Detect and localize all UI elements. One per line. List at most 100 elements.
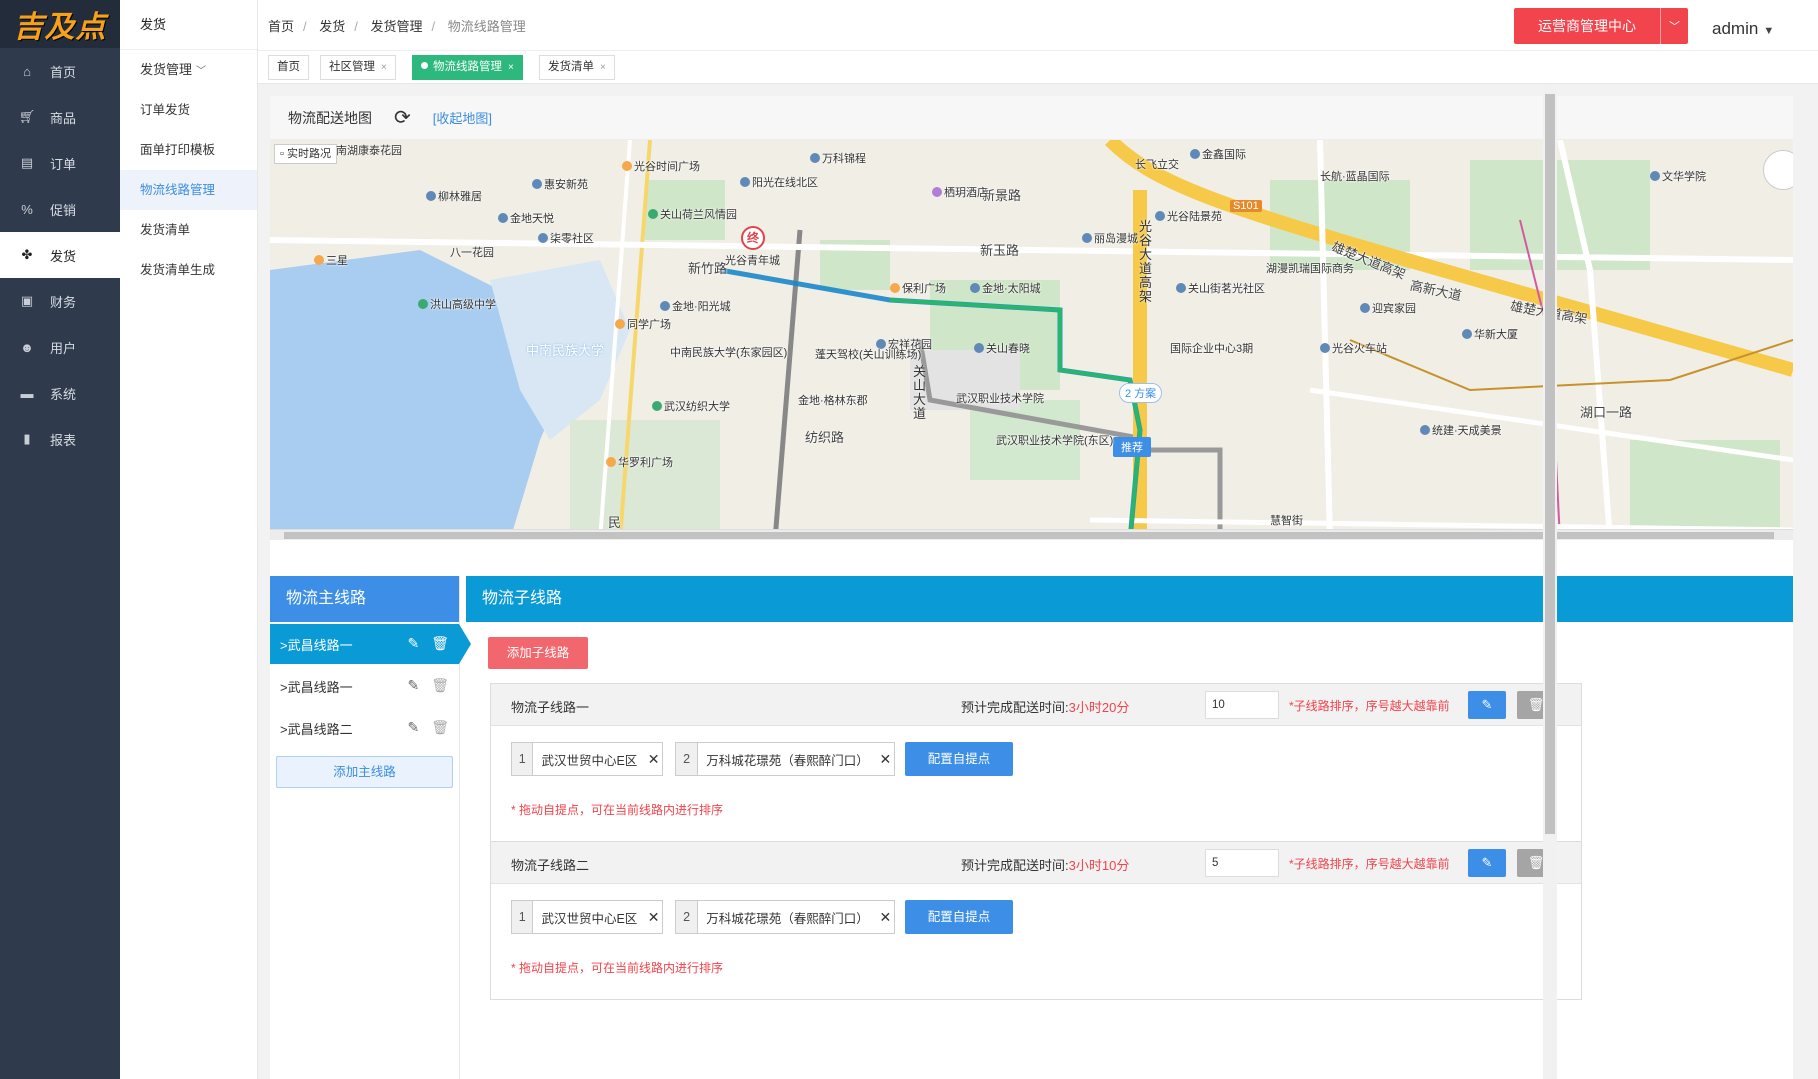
trash-icon[interactable]: 🗑︎ bbox=[431, 677, 449, 694]
scroll-thumb[interactable] bbox=[1545, 94, 1555, 834]
main-route-item[interactable]: >武昌线路一 ✎ 🗑︎ bbox=[270, 666, 459, 706]
poi-label: 迎宾家园 bbox=[1372, 303, 1416, 315]
sort-order-input[interactable]: 5 bbox=[1205, 849, 1279, 877]
poi-pin-icon bbox=[622, 161, 632, 171]
tab-logistics-routes[interactable]: 物流线路管理 × bbox=[412, 55, 523, 80]
trash-icon[interactable]: 🗑︎ bbox=[431, 635, 449, 652]
remove-icon[interactable]: ✕ bbox=[645, 751, 662, 768]
page-tabs: 首页 社区管理 × 物流线路管理 × 发货清单 × bbox=[258, 50, 1818, 84]
traffic-toggle[interactable]: ▫ 实时路况 bbox=[274, 144, 337, 164]
map-horizontal-scrollbar[interactable] bbox=[270, 529, 1793, 540]
map-poi: 八一花园 bbox=[450, 247, 494, 259]
sidebar-item-users[interactable]: ☻ 用户 bbox=[0, 324, 120, 370]
map-poi: 武汉职业技术学院(东区) bbox=[996, 435, 1114, 447]
sidebar-item-orders[interactable]: ▤ 订单 bbox=[0, 140, 120, 186]
poi-pin-icon bbox=[648, 209, 658, 219]
map-poi: 国际企业中心3期 bbox=[1170, 343, 1254, 355]
subnav-item-delivery-list-generate[interactable]: 发货清单生成 bbox=[120, 250, 257, 290]
map-poi: 洪山高级中学 bbox=[418, 296, 496, 312]
poi-label: 金地天悦 bbox=[510, 213, 554, 225]
recommend-badge[interactable]: 推荐 bbox=[1113, 437, 1151, 457]
user-menu[interactable]: admin ▼ bbox=[1712, 19, 1774, 39]
edit-icon[interactable]: ✎ bbox=[407, 719, 419, 736]
sidebar-item-promotions[interactable]: % 促销 bbox=[0, 186, 120, 232]
traffic-label: 实时路况 bbox=[286, 148, 331, 160]
end-marker-icon[interactable]: 终 bbox=[741, 226, 765, 250]
close-icon[interactable]: × bbox=[508, 62, 514, 73]
page-vertical-scrollbar[interactable] bbox=[1543, 84, 1557, 1079]
tab-community-management[interactable]: 社区管理 × bbox=[320, 55, 396, 80]
tab-label: 发货清单 bbox=[548, 61, 594, 73]
subnav-group-delivery-management[interactable]: 发货管理 ﹀ bbox=[120, 50, 257, 90]
pickup-point-tag[interactable]: 2 万科城花璟苑（春熙醉门口） ✕ bbox=[675, 742, 895, 776]
road-label: 关山大道 bbox=[913, 364, 927, 421]
pickup-point-name: 万科城花璟苑（春熙醉门口） bbox=[706, 753, 869, 768]
map-poi: 柳林雅居 bbox=[426, 188, 482, 204]
poi-pin-icon bbox=[1082, 233, 1092, 243]
pickup-point-tag[interactable]: 1 武汉世贸中心E区 ✕ bbox=[511, 900, 663, 934]
cart-icon: 🛒︎ bbox=[18, 109, 36, 124]
logo: 吉及点 bbox=[0, 0, 120, 48]
edit-sub-route-button[interactable]: ✎ bbox=[1468, 691, 1506, 719]
configure-pickup-button[interactable]: 配置自提点 bbox=[905, 742, 1013, 776]
map-poi: 武汉纺织大学 bbox=[652, 398, 730, 414]
remove-icon[interactable]: ✕ bbox=[645, 909, 662, 926]
map-canvas bbox=[270, 140, 1793, 540]
subnav-item-waybill-template[interactable]: 面单打印模板 bbox=[120, 130, 257, 170]
tab-home[interactable]: 首页 bbox=[268, 55, 309, 80]
poi-pin-icon bbox=[1462, 329, 1472, 339]
add-main-route-button[interactable]: 添加主线路 bbox=[276, 756, 453, 788]
subnav-item-logistics-routes[interactable]: 物流线路管理 bbox=[120, 170, 257, 210]
poi-label: 光谷时间广场 bbox=[634, 161, 700, 173]
configure-pickup-button[interactable]: 配置自提点 bbox=[905, 900, 1013, 934]
delivery-map[interactable]: ▫ 实时路况 终 2 方案 推荐 新竹路 新玉路 新景路 纺织路 雄楚大道高架 … bbox=[270, 140, 1793, 540]
poi-label: 万科锦程 bbox=[822, 153, 866, 165]
poi-label: 保利广场 bbox=[902, 283, 946, 295]
map-poi: 金地天悦 bbox=[498, 210, 554, 226]
edit-icon: ✎ bbox=[1481, 697, 1493, 712]
breadcrumb-delivery[interactable]: 发货 bbox=[319, 19, 345, 34]
sidebar-item-home[interactable]: ⌂ 首页 bbox=[0, 48, 120, 94]
subnav-item-order-delivery[interactable]: 订单发货 bbox=[120, 90, 257, 130]
breadcrumb-home[interactable]: 首页 bbox=[268, 19, 294, 34]
poi-pin-icon bbox=[890, 283, 900, 293]
refresh-icon[interactable]: ⟳ bbox=[394, 105, 411, 130]
remove-icon[interactable]: ✕ bbox=[877, 909, 894, 926]
edit-icon[interactable]: ✎ bbox=[407, 635, 419, 652]
collapse-map-link[interactable]: [收起地图] bbox=[433, 108, 492, 127]
sidebar-item-reports[interactable]: ▮ 报表 bbox=[0, 416, 120, 462]
trash-icon[interactable]: 🗑︎ bbox=[431, 719, 449, 736]
chevron-down-icon[interactable]: ﹀ bbox=[1660, 8, 1688, 44]
sidebar-item-products[interactable]: 🛒︎ 商品 bbox=[0, 94, 120, 140]
edit-sub-route-button[interactable]: ✎ bbox=[1468, 849, 1506, 877]
main-route-item[interactable]: >武昌线路一 ✎ 🗑︎ bbox=[270, 624, 471, 664]
sidebar-item-system[interactable]: ▬ 系统 bbox=[0, 370, 120, 416]
close-icon[interactable]: × bbox=[381, 62, 387, 73]
tab-delivery-list[interactable]: 发货清单 × bbox=[539, 55, 615, 80]
sidebar-item-finance[interactable]: ▣ 财务 bbox=[0, 278, 120, 324]
sort-order-input[interactable]: 10 bbox=[1205, 691, 1279, 719]
sidebar-item-delivery[interactable]: ✤ 发货 bbox=[0, 232, 120, 278]
edit-icon: ✎ bbox=[1481, 855, 1493, 870]
remove-icon[interactable]: ✕ bbox=[877, 751, 894, 768]
poi-label: 柒零社区 bbox=[550, 233, 594, 245]
delivery-icon: ✤ bbox=[21, 247, 33, 262]
route-plan-badge[interactable]: 2 方案 bbox=[1119, 383, 1163, 403]
highway-badge: S101 bbox=[1230, 200, 1262, 212]
map-poi: 光谷陆景苑 bbox=[1155, 208, 1222, 224]
pickup-point-tag[interactable]: 1 武汉世贸中心E区 ✕ bbox=[511, 742, 663, 776]
edit-icon[interactable]: ✎ bbox=[407, 677, 419, 694]
poi-pin-icon bbox=[615, 319, 625, 329]
add-sub-route-button[interactable]: 添加子线路 bbox=[488, 637, 588, 669]
subnav-item-delivery-list[interactable]: 发货清单 bbox=[120, 210, 257, 250]
close-icon[interactable]: × bbox=[600, 62, 606, 73]
pickup-point-tag[interactable]: 2 万科城花璟苑（春熙醉门口） ✕ bbox=[675, 900, 895, 934]
operator-center-button[interactable]: 运营商管理中心 ﹀ bbox=[1514, 8, 1688, 44]
map-poi: 迎宾家园 bbox=[1360, 300, 1416, 316]
map-poi: 慧智街 bbox=[1270, 515, 1303, 527]
poi-pin-icon bbox=[532, 179, 542, 189]
breadcrumb-delivery-management[interactable]: 发货管理 bbox=[371, 19, 423, 34]
map-poi: 武汉职业技术学院 bbox=[956, 393, 1044, 405]
sort-hint: *子线路排序，序号越大越靠前 bbox=[1289, 857, 1450, 871]
main-route-item[interactable]: >武昌线路二 ✎ 🗑︎ bbox=[270, 708, 459, 748]
